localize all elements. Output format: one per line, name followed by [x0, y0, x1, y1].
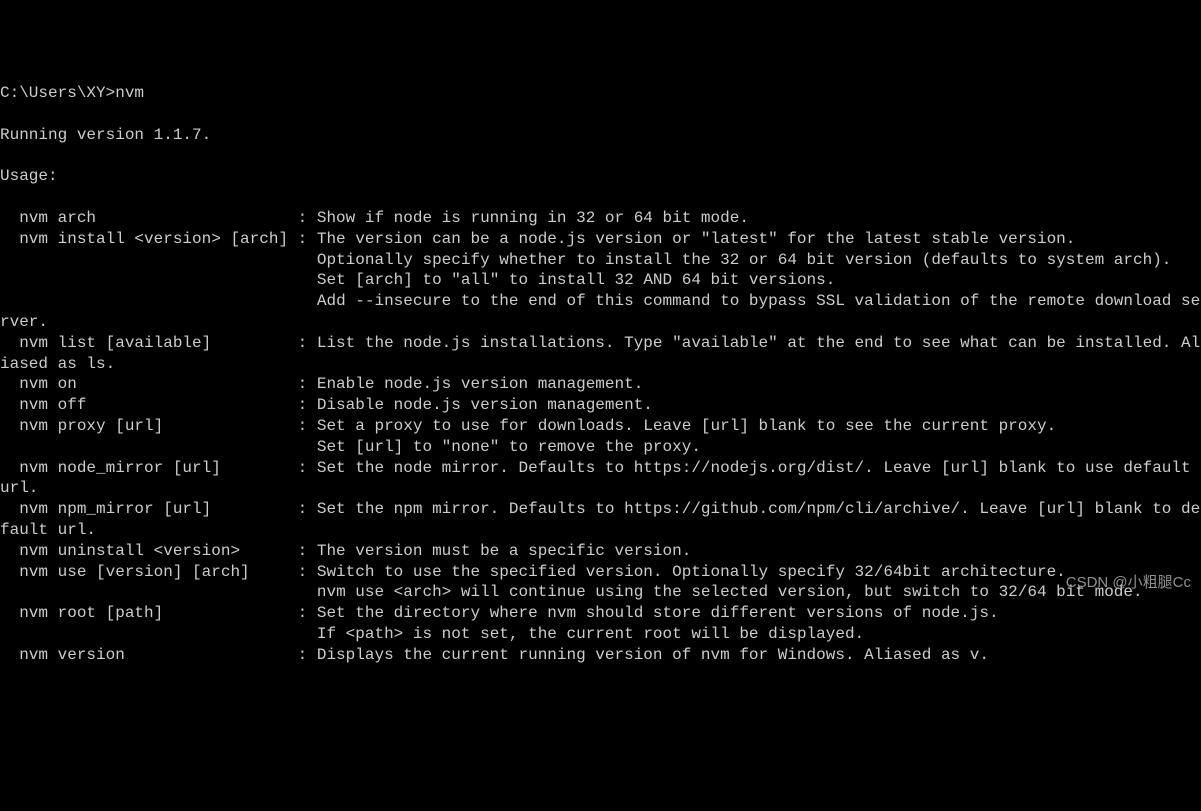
command-prompt: C:\Users\XY>nvm — [0, 84, 144, 102]
help-line-proxy-cont: Set [url] to "none" to remove the proxy. — [0, 438, 701, 456]
help-line-use: nvm use [version] [arch] : Switch to use… — [0, 563, 1066, 581]
help-line-install-cont: Optionally specify whether to install th… — [0, 251, 1171, 269]
help-line-proxy: nvm proxy [url] : Set a proxy to use for… — [0, 417, 1056, 435]
help-line-list: nvm list [available] : List the node.js … — [0, 334, 1200, 373]
help-line-uninstall: nvm uninstall <version> : The version mu… — [0, 542, 691, 560]
help-line-install: nvm install <version> [arch] : The versi… — [0, 230, 1075, 248]
help-line-install-cont: Add --insecure to the end of this comman… — [0, 292, 1200, 331]
output-version: Running version 1.1.7. — [0, 126, 211, 144]
help-line-install-cont: Set [arch] to "all" to install 32 AND 64… — [0, 271, 835, 289]
help-line-off: nvm off : Disable node.js version manage… — [0, 396, 653, 414]
help-line-version: nvm version : Displays the current runni… — [0, 646, 989, 664]
help-line-node-mirror: nvm node_mirror [url] : Set the node mir… — [0, 459, 1200, 498]
typed-command: nvm — [115, 84, 144, 102]
help-line-npm-mirror: nvm npm_mirror [url] : Set the npm mirro… — [0, 500, 1200, 539]
help-line-root: nvm root [path] : Set the directory wher… — [0, 604, 999, 622]
help-line-use-cont: nvm use <arch> will continue using the s… — [0, 583, 1143, 601]
terminal-output[interactable]: C:\Users\XY>nvm Running version 1.1.7. U… — [0, 83, 1201, 665]
prompt-path: C:\Users\XY> — [0, 84, 115, 102]
help-line-root-cont: If <path> is not set, the current root w… — [0, 625, 864, 643]
help-line-arch: nvm arch : Show if node is running in 32… — [0, 209, 749, 227]
watermark-text: CSDN @小粗腿Cc — [1066, 573, 1191, 593]
help-line-on: nvm on : Enable node.js version manageme… — [0, 375, 643, 393]
output-usage-header: Usage: — [0, 167, 58, 185]
